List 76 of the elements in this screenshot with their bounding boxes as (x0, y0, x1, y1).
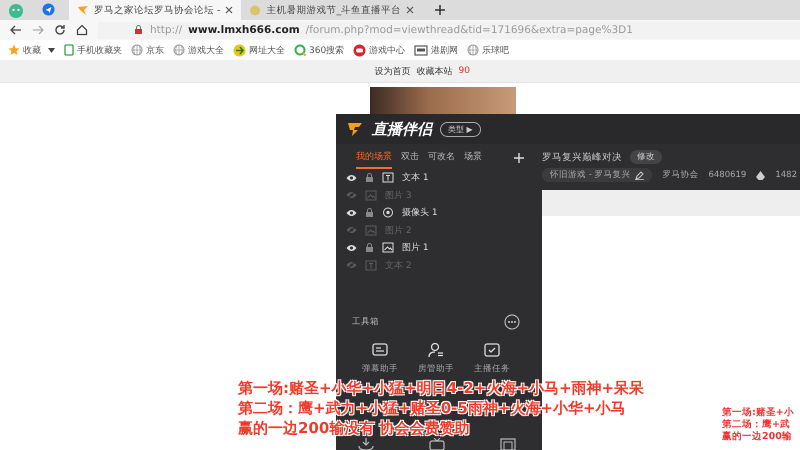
reload-icon[interactable] (54, 24, 66, 36)
text-icon (365, 260, 377, 271)
edit-button[interactable]: 修改 (630, 150, 662, 164)
bookmark-link[interactable]: 京东 (131, 44, 164, 56)
pencil-icon (635, 170, 644, 180)
bookmark-link[interactable]: 360搜索 (294, 44, 344, 56)
bookmark-link[interactable]: 港剧网 (414, 44, 458, 56)
image-icon (365, 190, 377, 201)
eye-icon[interactable] (346, 244, 357, 252)
eye-icon[interactable] (346, 174, 357, 182)
lock-icon[interactable] (365, 243, 374, 252)
source-name[interactable]: 图片 1 (402, 241, 429, 254)
eye-icon[interactable] (346, 208, 357, 217)
category-chip[interactable]: 怀旧游戏 - 罗马复兴 (542, 168, 652, 182)
star-icon (8, 44, 20, 56)
source-name[interactable]: 文本 1 (402, 171, 429, 184)
game-icon (353, 44, 366, 56)
back-arrow-icon[interactable] (10, 25, 22, 35)
tool-button[interactable]: 主播任务 (464, 340, 520, 376)
image-icon (365, 224, 377, 236)
image-icon (382, 242, 394, 254)
bookmark-link[interactable]: 网址大全 (233, 44, 285, 56)
toolbox-title: 工具箱 (352, 316, 379, 328)
text-icon (382, 172, 394, 184)
globe-icon (467, 44, 480, 56)
room-name: 罗马协会 (662, 169, 698, 181)
tab-title: 主机暑期游戏节_斗鱼直播平台 (266, 4, 402, 16)
tab-title: 罗马之家论坛罗马协会论坛 - (94, 4, 220, 16)
globe-icon (131, 44, 143, 56)
globe-icon (173, 44, 185, 56)
home-icon[interactable] (76, 24, 88, 36)
flag-icon (77, 4, 89, 16)
lock-icon (134, 25, 144, 35)
site-link[interactable]: 设为首页 (374, 64, 411, 78)
bookmark-link[interactable]: 手机收藏夹 (64, 44, 122, 56)
close-icon[interactable] (406, 6, 414, 14)
address-bar[interactable]: http:// www.lmxh666.com /forum.php?mod=viewthread&tid=171696&extra=page%3D1 (98, 22, 800, 38)
bookmark-link[interactable]: 收藏 (8, 44, 41, 56)
room-id: 6480619 (708, 170, 746, 180)
tv-icon (414, 44, 428, 56)
favorite-count: 90 (458, 66, 470, 76)
camera-icon (382, 207, 394, 218)
user-icon (427, 341, 445, 359)
ball-icon (233, 44, 246, 56)
scene-tab[interactable]: 我的场景 (356, 150, 392, 169)
source-name[interactable]: 摄像头 1 (402, 206, 438, 220)
type-button[interactable]: 类型 ▶ (440, 122, 481, 136)
stream-title: 罗马复兴巅峰对决 (542, 150, 622, 164)
close-icon[interactable] (225, 6, 234, 14)
lock-icon[interactable] (365, 208, 374, 218)
scene-tab[interactable]: 场景 (464, 150, 482, 169)
flame-logo-icon (346, 121, 364, 137)
tool-button[interactable]: 弹幕助手 (352, 340, 408, 376)
bookmark-link[interactable]: 游戏中心 (353, 44, 406, 56)
plus-icon[interactable] (434, 4, 446, 16)
bookmark-link[interactable]: 乐球吧 (467, 44, 510, 56)
frame-icon[interactable] (500, 438, 516, 450)
browser-tab[interactable]: 主机暑期游戏节_斗鱼直播平台 (241, 0, 422, 20)
site-link[interactable]: 收藏本站 (416, 64, 453, 78)
download-icon[interactable] (358, 438, 374, 450)
search-icon (294, 44, 306, 56)
tv-icon[interactable] (429, 438, 445, 450)
phone-icon (64, 44, 74, 56)
browser-tab[interactable]: 罗马之家论坛罗马协会论坛 - (69, 0, 242, 20)
caret-icon[interactable] (48, 48, 55, 52)
more-icon[interactable] (504, 314, 520, 330)
app-title: 直播伴侣 (372, 120, 432, 138)
tool-button[interactable]: 房管助手 (408, 340, 464, 376)
scene-tab[interactable]: 可改名 (428, 150, 455, 169)
checklist-icon (483, 341, 501, 359)
popularity-count: 1482 (775, 170, 797, 180)
shield-icon[interactable] (42, 3, 55, 16)
lock-icon[interactable] (365, 173, 374, 182)
preview-caption: 第一场:赌圣+小 第二场：鹰+武 赢的一边200输 (722, 407, 795, 443)
bookmark-link[interactable]: 游戏大全 (173, 44, 224, 56)
scene-tab[interactable]: 双击 (401, 150, 419, 169)
